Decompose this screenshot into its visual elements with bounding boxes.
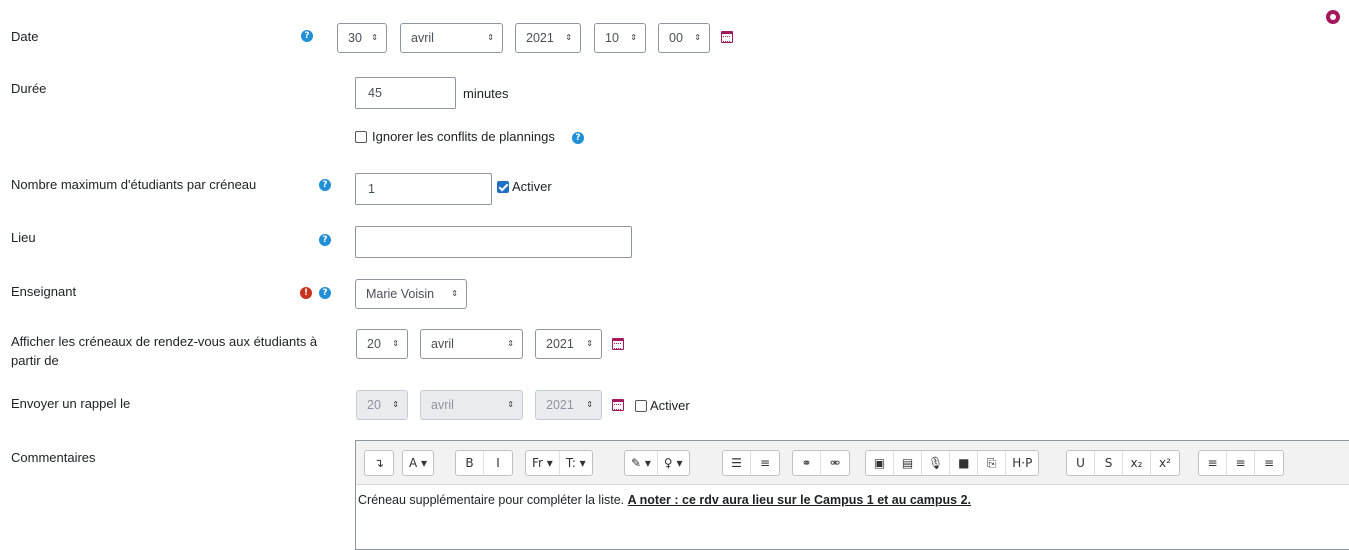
toolbar-button-font-color-0[interactable]: A ▾ bbox=[403, 451, 433, 475]
help-icon[interactable]: ? bbox=[319, 234, 331, 246]
reminder-year-select[interactable]: 2021 ⇕ bbox=[535, 390, 602, 420]
date-day-select[interactable]: 30 ⇕ bbox=[337, 23, 387, 53]
reminder-month-select[interactable]: avril ⇕ bbox=[420, 390, 523, 420]
select-arrow-icon: ⇕ bbox=[565, 33, 572, 42]
date-label: Date bbox=[11, 29, 39, 44]
toolbar-group-paint: ✎ ▾ ♀ ▾ bbox=[624, 450, 690, 476]
comments-text: Créneau supplémentaire pour compléter la… bbox=[358, 493, 628, 507]
calendar-icon[interactable] bbox=[721, 31, 733, 43]
date-year-select[interactable]: 2021 ⇕ bbox=[515, 23, 581, 53]
toolbar-button-media-4[interactable]: ⎘ bbox=[978, 451, 1007, 475]
toolbar-button-media-2[interactable]: 🎙 bbox=[922, 451, 951, 475]
toolbar-button-align-2[interactable]: ≡ bbox=[1255, 451, 1283, 475]
select-arrow-icon: ⇕ bbox=[487, 33, 494, 42]
date-hour-select[interactable]: 10 ⇕ bbox=[594, 23, 646, 53]
display-from-label: Afficher les créneaux de rendez-vous aux… bbox=[11, 334, 318, 368]
ignore-conflicts-checkbox[interactable] bbox=[355, 131, 367, 143]
toolbar-button-format-3[interactable]: x² bbox=[1151, 451, 1179, 475]
teacher-label: Enseignant bbox=[11, 284, 77, 299]
comments-label: Commentaires bbox=[11, 450, 96, 465]
max-students-input[interactable]: 1 bbox=[355, 173, 492, 205]
reminder-day-select[interactable]: 20 ⇕ bbox=[356, 390, 408, 420]
reminder-label: Envoyer un rappel le bbox=[11, 396, 131, 411]
toolbar-group-link: ⚭ ⚮ bbox=[792, 450, 850, 476]
help-icon[interactable]: ? bbox=[319, 287, 331, 299]
toolbar-group-undo: ↴ bbox=[364, 450, 394, 476]
toolbar-group-format: U Sx₂ x² bbox=[1066, 450, 1180, 476]
date-minute-select[interactable]: 00 ⇕ bbox=[658, 23, 710, 53]
select-arrow-icon: ⇕ bbox=[694, 33, 701, 42]
toolbar-button-bold-italic-1[interactable]: I bbox=[484, 451, 512, 475]
help-icon[interactable]: ? bbox=[301, 30, 313, 42]
toolbar-button-paint-0[interactable]: ✎ ▾ bbox=[625, 451, 658, 475]
toolbar-button-align-0[interactable]: ≡ bbox=[1199, 451, 1227, 475]
select-arrow-icon: ⇕ bbox=[586, 400, 593, 409]
display-from-month-select[interactable]: avril ⇕ bbox=[420, 329, 523, 359]
max-students-activate-checkbox[interactable] bbox=[497, 181, 509, 193]
comments-editor[interactable]: ↴ A ▾ B I Fr ▾ T: ▾ ✎ ▾ ♀ ▾ ☰ ≡ ⚭ ⚮ ▣ ▤ 🎙 ■ ⎘ H·P U Sx₂ x² ≡ ≡… bbox=[355, 440, 1349, 550]
select-arrow-icon: ⇕ bbox=[507, 339, 514, 348]
toolbar-button-media-3[interactable]: ■ bbox=[950, 451, 979, 475]
settings-gear-icon[interactable] bbox=[1326, 10, 1340, 24]
toolbar-group-font-color: A ▾ bbox=[402, 450, 435, 476]
toolbar-group-font-family: Fr ▾ T: ▾ bbox=[525, 450, 593, 476]
toolbar-group-align: ≡ ≡ ≡ bbox=[1198, 450, 1284, 476]
toolbar-button-undo-0[interactable]: ↴ bbox=[365, 451, 393, 475]
duration-input[interactable]: 45 bbox=[355, 77, 456, 109]
select-arrow-icon: ⇕ bbox=[371, 33, 378, 42]
toolbar-button-align-1[interactable]: ≡ bbox=[1227, 451, 1255, 475]
select-arrow-icon: ⇕ bbox=[630, 33, 637, 42]
reminder-activate-checkbox[interactable] bbox=[635, 400, 647, 412]
location-input[interactable] bbox=[355, 226, 632, 258]
date-month-select[interactable]: avril ⇕ bbox=[400, 23, 503, 53]
reminder-activate-label: Activer bbox=[650, 398, 690, 413]
select-arrow-icon: ⇕ bbox=[507, 400, 514, 409]
toolbar-button-format-1[interactable]: S bbox=[1095, 451, 1123, 475]
teacher-select[interactable]: Marie Voisin ⇕ bbox=[355, 279, 467, 309]
calendar-icon[interactable] bbox=[612, 399, 624, 411]
toolbar-button-format-2[interactable]: x₂ bbox=[1123, 451, 1151, 475]
max-students-activate-label: Activer bbox=[512, 179, 552, 194]
display-from-day-select[interactable]: 20 ⇕ bbox=[356, 329, 408, 359]
duration-label: Durée bbox=[11, 81, 47, 96]
required-icon: ! bbox=[300, 287, 312, 299]
toolbar-button-list-1[interactable]: ≡ bbox=[751, 451, 779, 475]
toolbar-group-media: ▣ ▤ 🎙 ■ ⎘ H·P bbox=[865, 450, 1040, 476]
select-arrow-icon: ⇕ bbox=[392, 339, 399, 348]
comments-strong-text: A noter : ce rdv aura lieu sur le Campus… bbox=[627, 493, 971, 507]
toolbar-button-link-0[interactable]: ⚭ bbox=[793, 451, 821, 475]
display-from-year-select[interactable]: 2021 ⇕ bbox=[535, 329, 602, 359]
toolbar-button-link-1[interactable]: ⚮ bbox=[821, 451, 849, 475]
toolbar-group-bold-italic: BI bbox=[455, 450, 513, 476]
select-arrow-icon: ⇕ bbox=[392, 400, 399, 409]
toolbar-button-bold-italic-0[interactable]: B bbox=[456, 451, 484, 475]
help-icon[interactable]: ? bbox=[572, 132, 584, 144]
toolbar-button-media-5[interactable]: H·P bbox=[1006, 451, 1038, 475]
select-arrow-icon: ⇕ bbox=[451, 289, 458, 298]
toolbar-button-format-0[interactable]: U bbox=[1067, 451, 1095, 475]
editor-content[interactable]: Créneau supplémentaire pour compléter la… bbox=[356, 493, 971, 507]
help-icon[interactable]: ? bbox=[319, 179, 331, 191]
toolbar-button-list-0[interactable]: ☰ bbox=[723, 451, 751, 475]
toolbar-group-list: ☰ ≡ bbox=[722, 450, 780, 476]
toolbar-button-media-0[interactable]: ▣ bbox=[866, 451, 894, 475]
location-label: Lieu bbox=[11, 230, 36, 245]
toolbar-button-media-1[interactable]: ▤ bbox=[894, 451, 922, 475]
editor-toolbar: ↴ A ▾ B I Fr ▾ T: ▾ ✎ ▾ ♀ ▾ ☰ ≡ ⚭ ⚮ ▣ ▤ 🎙 ■ ⎘ H·P U Sx₂ x² ≡ ≡… bbox=[356, 441, 1349, 485]
calendar-icon[interactable] bbox=[612, 338, 624, 350]
duration-unit: minutes bbox=[463, 86, 509, 101]
ignore-conflicts-label: Ignorer les conflits de plannings bbox=[372, 129, 555, 144]
toolbar-button-font-family-0[interactable]: Fr ▾ bbox=[526, 451, 560, 475]
toolbar-button-font-family-1[interactable]: T: ▾ bbox=[560, 451, 592, 475]
max-students-label: Nombre maximum d'étudiants par créneau bbox=[11, 177, 257, 192]
toolbar-button-paint-1[interactable]: ♀ ▾ bbox=[658, 451, 689, 475]
select-arrow-icon: ⇕ bbox=[586, 339, 593, 348]
